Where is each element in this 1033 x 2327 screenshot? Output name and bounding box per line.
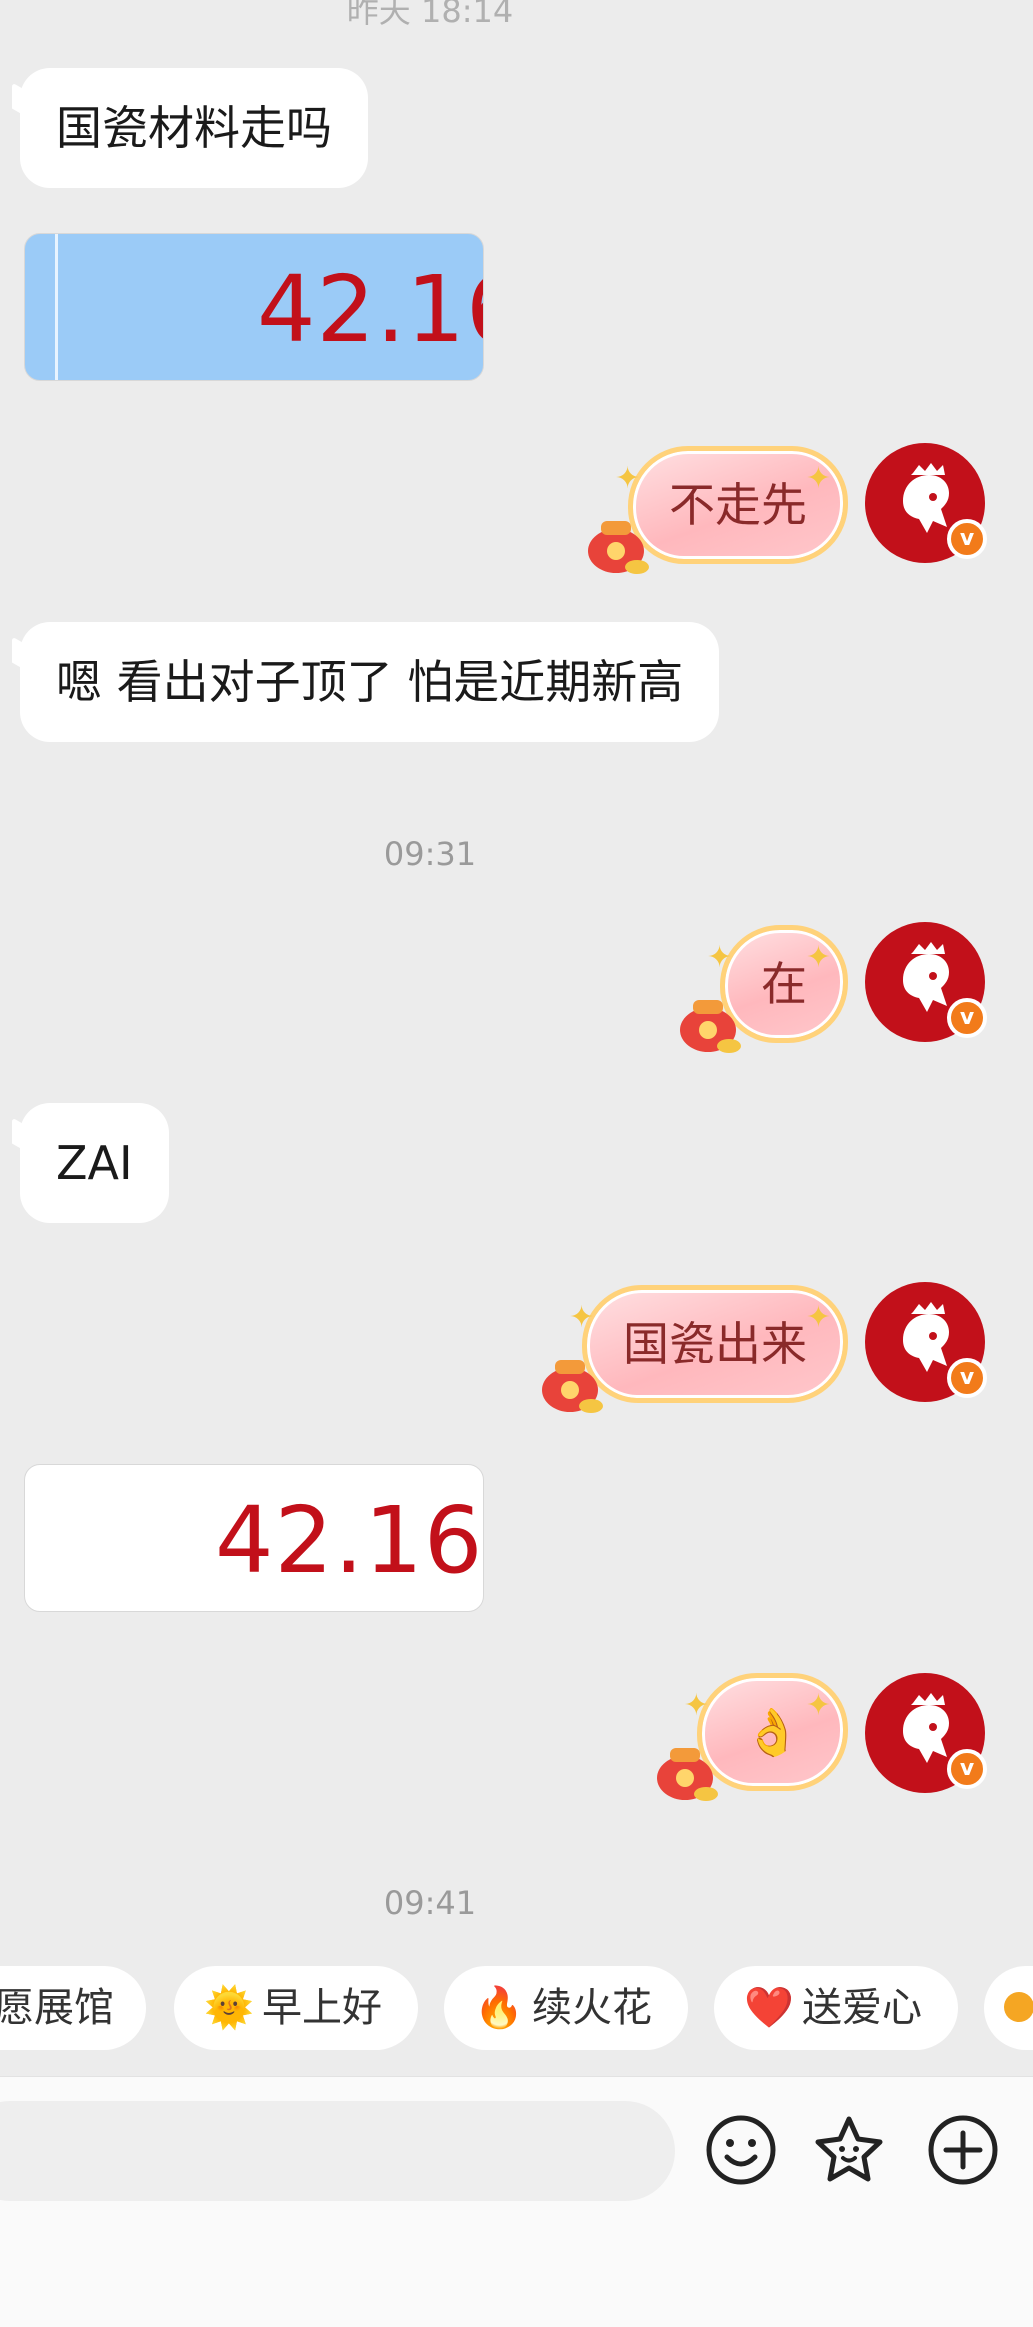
- message-row-right: ✦ ✦ 在: [680, 925, 848, 1053]
- message-input[interactable]: [0, 2101, 675, 2201]
- message-bubble-right[interactable]: ✦ ✦ 不走先: [588, 446, 848, 574]
- chip-fire[interactable]: 🔥 续火花: [444, 1966, 688, 2050]
- message-bubble-left[interactable]: 嗯 看出对子顶了 怕是近期新高: [20, 622, 720, 742]
- lucky-bag-icon: [680, 1000, 741, 1053]
- smiley-icon[interactable]: [704, 2113, 778, 2187]
- verified-badge: v: [947, 1749, 987, 1789]
- sparkle-icon: ✦: [805, 1688, 831, 1723]
- timestamp-top: 昨天 18:14: [346, 0, 514, 30]
- avatar[interactable]: v: [865, 922, 987, 1042]
- coin-icon: [1004, 1992, 1033, 2022]
- fire-icon: 🔥: [474, 1985, 524, 2031]
- image-number: 42.16: [215, 1487, 484, 1594]
- chip-label: 愿展馆: [0, 1985, 114, 2031]
- verified-badge: v: [947, 519, 987, 559]
- sparkle-icon: ✦: [805, 1300, 831, 1335]
- chip-good-morning[interactable]: 🌞 早上好: [174, 1966, 418, 2050]
- message-row-right: ✦ ✦ 👌: [656, 1673, 848, 1801]
- timestamp: 09:31: [383, 835, 477, 873]
- sun-icon: 🌞: [204, 1985, 254, 2031]
- timestamp: 09:41: [383, 1884, 477, 1922]
- verified-badge: v: [947, 998, 987, 1038]
- chip-more[interactable]: [984, 1966, 1033, 2050]
- chip-label: 送爱心: [802, 1985, 922, 2031]
- image-message[interactable]: 42.16: [24, 1464, 484, 1612]
- message-bubble-right[interactable]: ✦ ✦ 国瓷出来: [542, 1285, 848, 1413]
- lucky-bag-icon: [542, 1360, 603, 1413]
- message-bubble-left[interactable]: 国瓷材料走吗: [20, 68, 368, 188]
- image-message[interactable]: 0 42.16: [24, 233, 484, 381]
- message-text: 在: [761, 957, 807, 1011]
- message-text: 不走先: [669, 478, 807, 532]
- message-row-right: ✦ ✦ 不走先: [588, 446, 848, 574]
- message-bubble-left[interactable]: ZAI: [20, 1103, 169, 1223]
- quick-reply-bar: 愿展馆 🌞 早上好 🔥 续火花 ❤️ 送爱心: [0, 1966, 1033, 2050]
- lucky-bag-icon: [588, 521, 649, 574]
- chip-label: 续火花: [532, 1985, 652, 2031]
- avatar[interactable]: v: [865, 443, 987, 563]
- message-row-right: ✦ ✦ 国瓷出来: [542, 1285, 848, 1413]
- ok-hand-emoji: 👌: [743, 1705, 801, 1759]
- verified-badge: v: [947, 1358, 987, 1398]
- message-text: 国瓷出来: [623, 1317, 807, 1371]
- avatar[interactable]: v: [865, 1673, 987, 1793]
- message-bubble-right[interactable]: ✦ ✦ 在: [680, 925, 848, 1053]
- heart-icon: ❤️: [744, 1985, 794, 2031]
- avatar[interactable]: v: [865, 1282, 987, 1402]
- star-sticker-icon[interactable]: [812, 2113, 886, 2187]
- input-bar: [0, 2076, 1033, 2327]
- lucky-bag-icon: [656, 1748, 718, 1801]
- plus-icon[interactable]: [926, 2113, 1000, 2187]
- sparkle-icon: ✦: [805, 940, 831, 975]
- message-bubble-right[interactable]: ✦ ✦ 👌: [656, 1673, 848, 1801]
- sparkle-icon: ✦: [805, 461, 831, 496]
- chip-gallery[interactable]: 愿展馆: [0, 1966, 146, 2050]
- chip-heart[interactable]: ❤️ 送爱心: [714, 1966, 958, 2050]
- image-number: 42.16: [257, 256, 483, 363]
- chip-label: 早上好: [262, 1985, 382, 2031]
